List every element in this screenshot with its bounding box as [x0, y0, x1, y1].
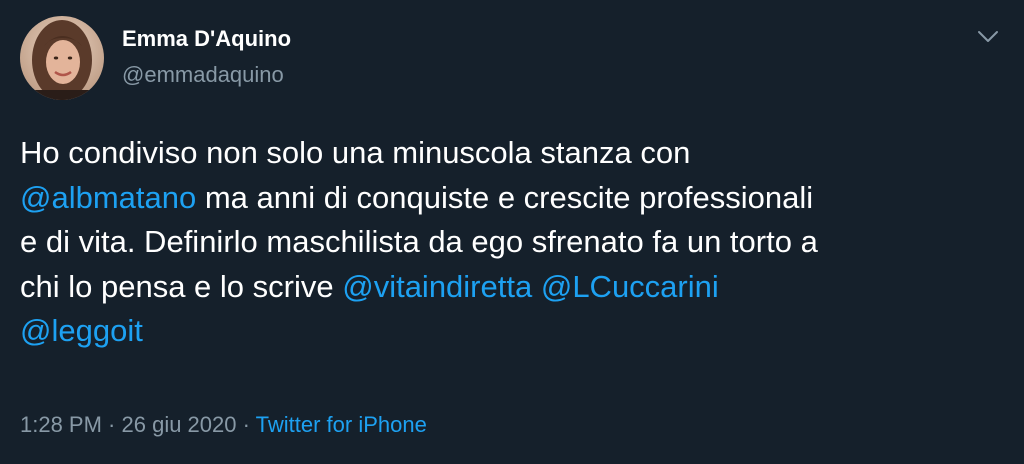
meta-separator: · — [101, 412, 122, 437]
mention-link[interactable]: @leggoit — [20, 313, 143, 348]
tweet-text-segment — [532, 269, 541, 304]
tweet-line: e di vita. Definirlo maschilista da ego … — [20, 220, 1010, 265]
mention-link[interactable]: @albmatano — [20, 180, 196, 215]
mention-link[interactable]: @LCuccarini — [541, 269, 719, 304]
avatar-image — [20, 16, 104, 100]
chevron-down-icon[interactable] — [976, 26, 1000, 46]
author-name[interactable]: Emma D'Aquino — [122, 26, 291, 52]
tweet-text-segment: chi lo pensa e lo scrive — [20, 268, 343, 304]
tweet-meta: 1:28 PM · 26 giu 2020 · Twitter for iPho… — [20, 412, 427, 438]
tweet-line: @leggoit — [20, 309, 1010, 354]
tweet-text-segment: ma anni di conquiste e crescite professi… — [196, 179, 814, 215]
mention-link[interactable]: @vitaindiretta — [342, 269, 532, 304]
tweet-line: Ho condiviso non solo una minuscola stan… — [20, 131, 1010, 176]
author-handle[interactable]: @emmadaquino — [122, 62, 284, 88]
avatar[interactable] — [20, 16, 104, 100]
tweet-text-segment: e di vita. Definirlo maschilista da ego … — [20, 224, 818, 259]
tweet-text: Ho condiviso non solo una minuscola stan… — [20, 131, 1010, 354]
tweet-line: @albmatano ma anni di conquiste e cresci… — [20, 176, 1010, 221]
meta-separator: · — [236, 412, 256, 437]
tweet-source-link[interactable]: Twitter for iPhone — [256, 412, 427, 437]
tweet-card: Emma D'Aquino @emmadaquino Ho condiviso … — [0, 0, 1024, 464]
tweet-text-segment: Ho condiviso non solo una minuscola stan… — [20, 135, 691, 170]
tweet-line: chi lo pensa e lo scrive @vitaindiretta … — [20, 265, 1010, 310]
tweet-time[interactable]: 1:28 PM — [20, 412, 102, 437]
tweet-date[interactable]: 26 giu 2020 — [122, 412, 237, 437]
